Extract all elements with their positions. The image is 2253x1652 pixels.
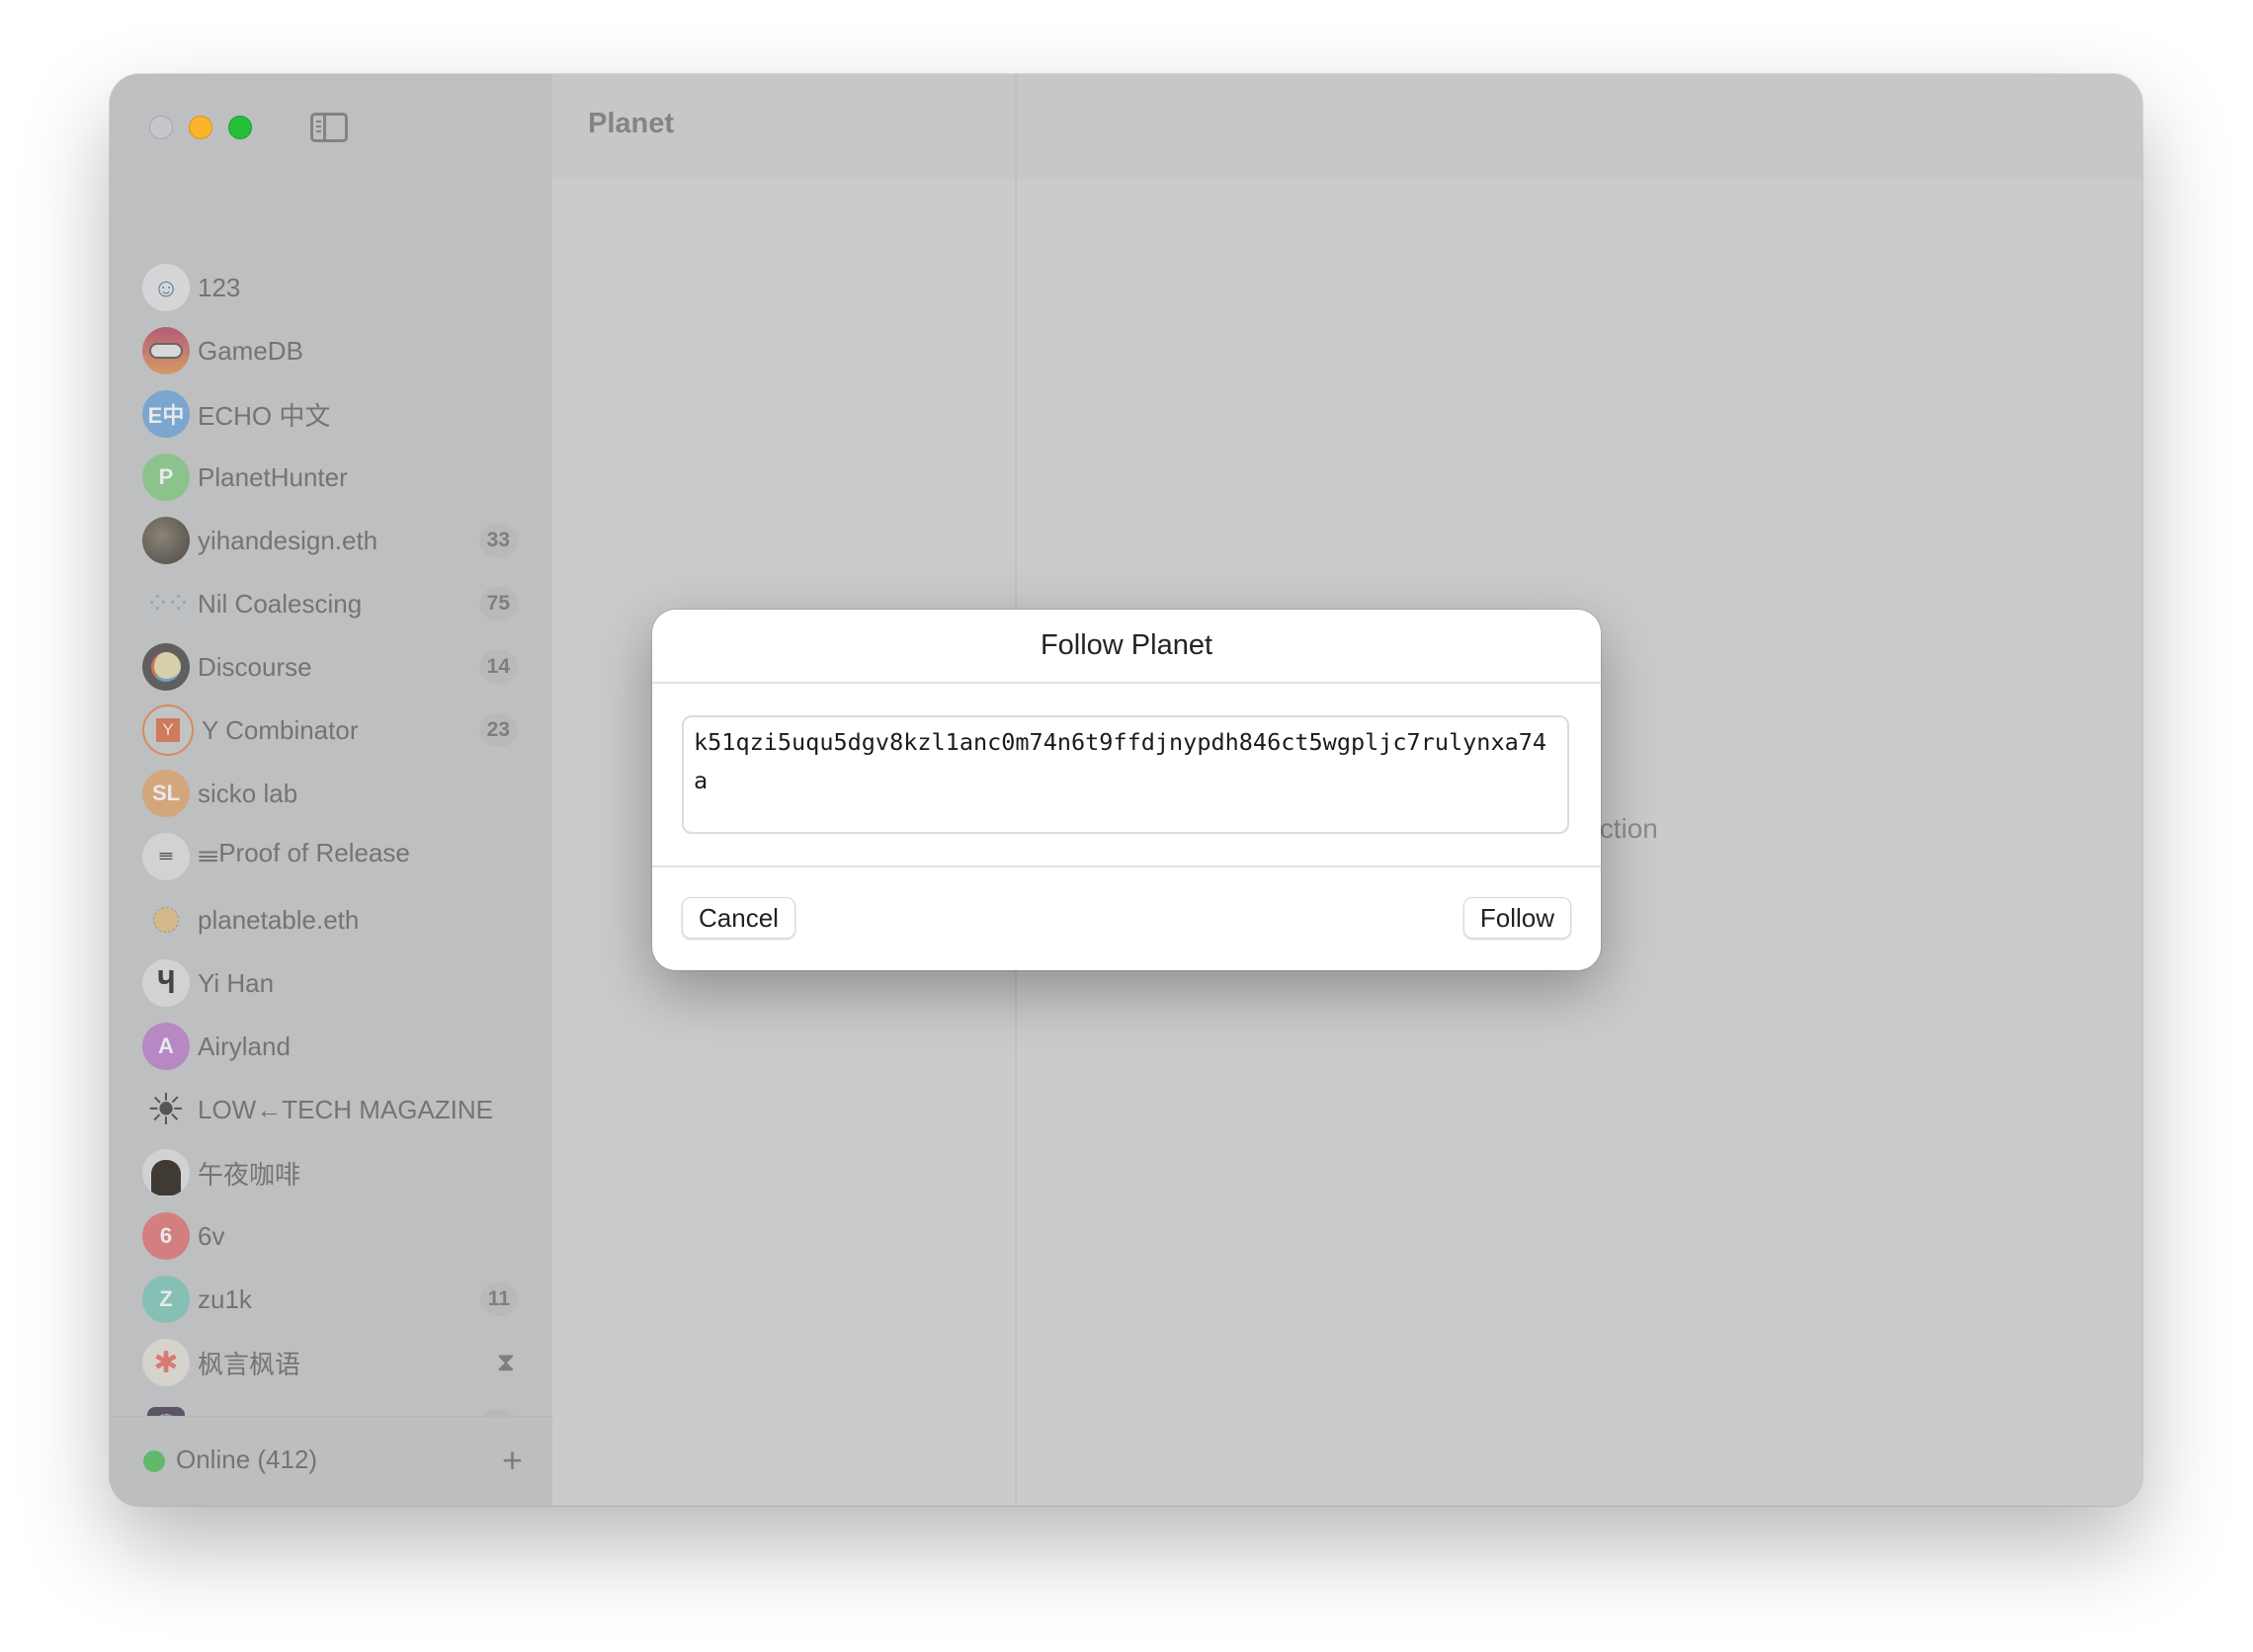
planet-cookie-icon [142,896,190,944]
sidebar-item[interactable]: GameDB [110,319,552,382]
plus-icon: + [501,1440,523,1480]
sidebar: ☺ 123 GameDB E中 ECHO 中文 P PlanetHunter yihandes… [110,74,552,1506]
dialog-body [652,684,1601,867]
sidebar-item-label: planetable.eth [198,904,360,935]
sidebar-item[interactable]: SL sicko lab [110,762,552,825]
sidebar-item[interactable]: Discourse 14 [110,635,552,699]
add-planet-button[interactable]: + [502,1443,523,1478]
close-window-button[interactable] [149,116,173,139]
article-list-toolbar: Planet [552,74,1015,178]
sidebar-item-label: Yi Han [198,967,275,998]
initials-avatar: E中 [142,390,190,438]
sidebar-item[interactable]: 午夜咖啡 [110,1141,552,1204]
minimize-window-button[interactable] [189,116,212,139]
sidebar-toggle-icon[interactable] [310,113,348,142]
y-logo-icon: Y [142,704,194,756]
zoom-window-button[interactable] [228,116,252,139]
y-letter: Y [156,718,180,742]
page-title: Planet [588,108,675,139]
dialog-footer: Cancel Follow [652,867,1601,970]
sidebar-item[interactable]: ✱ 枫言枫语 ⧗ [110,1331,552,1394]
sidebar-item[interactable]: Y Y Combinator 23 [110,699,552,762]
sidebar-item[interactable]: A Airyland [110,1015,552,1078]
sidebar-item-label: 午夜咖啡 [198,1159,301,1190]
portrait-sketch-icon: ☺ [142,264,190,311]
sidebar-item-label: 6v [198,1220,225,1251]
unread-count-badge: 23 [478,713,518,747]
sidebar-item-label: Y Combinator [202,714,359,745]
planet-address-input[interactable] [682,715,1569,834]
sidebar-item[interactable]: E中 ECHO 中文 [110,382,552,446]
unread-count-badge: 33 [478,524,518,557]
hourglass-icon: ⧗ [496,1347,515,1376]
sidebar-item[interactable]: ☺ 123 [110,256,552,319]
detail-toolbar [1017,74,2142,178]
follow-button[interactable]: Follow [1462,897,1571,939]
speech-bubble-icon [142,643,190,691]
sidebar-item[interactable]: planetable.eth [110,888,552,951]
sidebar-item[interactable]: P PlanetHunter [110,446,552,509]
initials-avatar: A [142,1023,190,1070]
sidebar-item[interactable]: ☀ LOW←TECH MAGAZINE [110,1078,552,1141]
sidebar-item[interactable]: ⁘⁘ Nil Coalescing 75 [110,572,552,635]
sidebar-item-label: Airyland [198,1031,291,1061]
initials-avatar: 6 [142,1212,190,1260]
dot-grid-icon: ⁘⁘ [144,587,190,620]
sidebar-item[interactable]: 𝍢 𝍢Proof of Release [110,825,552,888]
window-controls [149,116,252,139]
unread-count-badge: 11 [479,1282,518,1316]
sidebar-item-label: LOW←TECH MAGAZINE [198,1094,494,1124]
sidebar-item-label: GameDB [198,335,303,366]
sidebar-item-label: yihandesign.eth [198,525,378,555]
pixel-y-icon: Ч [142,959,190,1007]
unread-count-badge: 14 [478,650,518,684]
sidebar-item-label: ECHO 中文 [198,400,331,431]
sidebar-item-label: 枫言枫语 [198,1349,301,1379]
sidebar-item-label: 𝍢Proof of Release [198,838,410,867]
sidebar-footer: Online (412) + [110,1416,552,1506]
bird-photo-icon [142,517,190,564]
maple-leaf-icon: ✱ [142,1339,190,1386]
initials-avatar: Z [142,1276,190,1323]
sidebar-item[interactable]: Ч Yi Han [110,951,552,1015]
initials-avatar: SL [142,770,190,817]
sun-icon: ☀ [146,1086,186,1133]
sidebar-item-label: Discourse [198,651,312,682]
sidebar-item-label: Nil Coalescing [198,588,363,619]
online-status-dot [143,1450,165,1472]
sidebar-item[interactable]: yihandesign.eth 33 [110,509,552,572]
sidebar-item-label: sicko lab [198,778,298,808]
lines-glyph-icon: 𝍢 [142,833,190,880]
online-status-label: Online (412) [176,1445,318,1474]
unread-count-badge: 75 [478,587,518,620]
planet-list: ☺ 123 GameDB E中 ECHO 中文 P PlanetHunter yihandes… [110,256,552,1457]
sidebar-item-label: zu1k [198,1283,252,1314]
gamepad-icon [142,327,190,374]
sidebar-item-label: 123 [198,272,241,302]
follow-planet-dialog: Follow Planet Cancel Follow [652,610,1601,970]
dialog-header: Follow Planet [652,610,1601,684]
cancel-button[interactable]: Cancel [682,897,795,939]
sidebar-item-label: PlanetHunter [198,461,348,492]
dialog-title: Follow Planet [1040,629,1213,661]
portrait-illustration-icon [142,1149,190,1197]
sidebar-item[interactable]: Zzu1k 11 [110,1268,552,1331]
initials-avatar: P [142,454,190,501]
sidebar-item[interactable]: 6 6v [110,1204,552,1268]
